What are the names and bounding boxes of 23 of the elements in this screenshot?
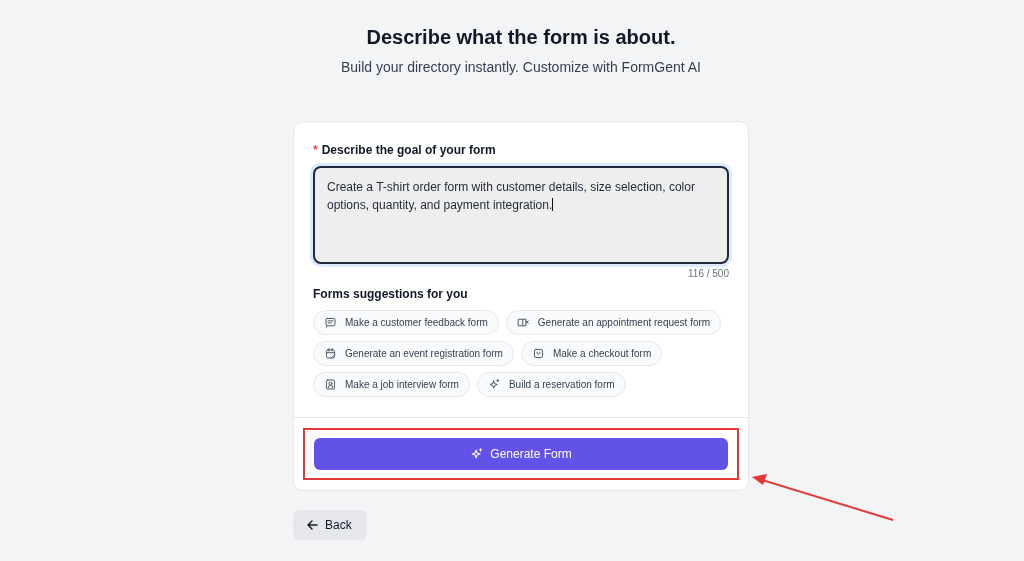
goal-input-field[interactable]: Create a T-shirt order form with customer details, size selection, color options, quantity, and payment integration. — [313, 166, 729, 264]
arrow-left-icon — [307, 520, 318, 530]
suggestion-chip[interactable]: Make a job interview form — [313, 372, 470, 397]
bag-icon — [531, 347, 545, 360]
suggestion-chip[interactable]: Make a checkout form — [520, 341, 663, 366]
sparkle-icon — [470, 447, 485, 461]
id-badge-icon — [324, 378, 337, 391]
book-icon — [516, 316, 530, 329]
suggestions-heading: Forms suggestions for you — [313, 286, 469, 302]
generate-form-button[interactable]: Generate Form — [314, 438, 728, 470]
suggestion-chip[interactable]: Generate an appointment request form — [505, 310, 722, 335]
calendar-icon — [324, 347, 337, 360]
required-asterisk: * — [313, 142, 318, 158]
suggestion-chip[interactable]: Generate an event registration form — [313, 341, 514, 366]
back-button[interactable]: Back — [293, 510, 367, 540]
character-counter: 116 / 500 — [687, 268, 729, 280]
sparkle-icon — [487, 378, 501, 391]
message-icon — [324, 316, 337, 329]
field-label: Describe the goal of your form — [321, 142, 496, 158]
suggestion-chip[interactable]: Make a customer feedback form — [313, 310, 499, 335]
suggestion-chip[interactable]: Build a reservation form — [476, 372, 626, 397]
page-subtitle: Build your directory instantly. Customize with FormGent AI — [341, 58, 701, 76]
page-title: Describe what the form is about. — [366, 25, 676, 50]
